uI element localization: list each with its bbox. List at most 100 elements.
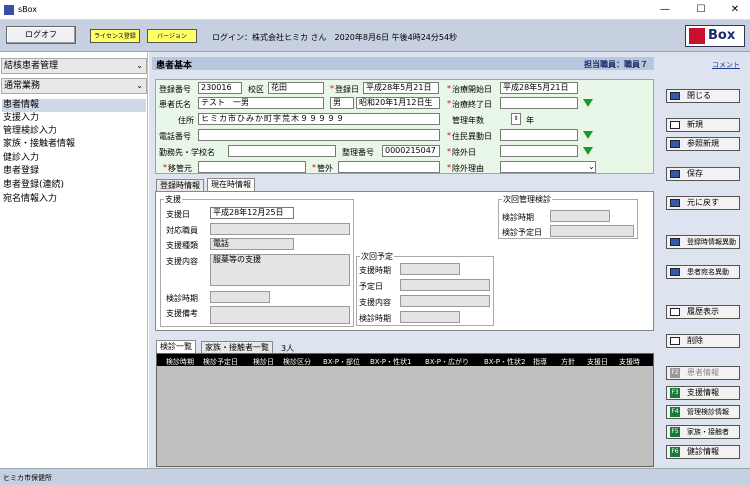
undo-button[interactable]: 元に戻す (666, 196, 740, 210)
chevron-down-icon: ⌄ (136, 61, 143, 70)
tab-exam-list[interactable]: 検診一覧 (156, 340, 196, 353)
save-button[interactable]: 保存 (666, 167, 740, 181)
treat-end-field[interactable] (500, 97, 578, 109)
app-icon (4, 5, 14, 15)
address-field[interactable]: ヒミカ市ひみか町字荒木９９９９９ (198, 113, 440, 125)
next-plan-content-label: 支援内容 (359, 298, 391, 307)
phone-field[interactable] (198, 129, 440, 141)
save-icon (670, 170, 680, 178)
version-button[interactable]: バージョン (147, 29, 197, 43)
close-window-button[interactable]: ✕ (720, 0, 750, 20)
sidebar-item-family-contacts[interactable]: 家族・接触者情報 (2, 138, 146, 151)
col-header[interactable]: 検診日 (253, 357, 274, 367)
f4-mgmt-exam-button[interactable]: F4 管理検診情報 (666, 405, 740, 419)
treat-start-field[interactable]: 平成28年5月21日 (500, 82, 578, 94)
reg-no-field[interactable]: 230016 (198, 82, 242, 94)
sidebar-item-patient-info[interactable]: 患者情報 (2, 99, 146, 112)
sex-field[interactable]: 男 (330, 97, 354, 109)
history-button[interactable]: 履歴表示 (666, 305, 740, 319)
delete-button[interactable]: 削除 (666, 334, 740, 348)
workplace-field[interactable] (228, 145, 336, 157)
col-header[interactable]: BX-P・性状2 (484, 357, 525, 367)
exam-table[interactable] (156, 353, 654, 467)
col-header[interactable]: BX-P・広がり (425, 357, 469, 367)
next-plan-date-field[interactable] (400, 279, 490, 291)
birth-field[interactable]: 昭和20年1月12日生 (356, 97, 440, 109)
close-button[interactable]: 閉じる (666, 89, 740, 103)
district-label: 校区 (248, 85, 264, 94)
transfer-label: 移管元 (168, 164, 192, 173)
col-header[interactable]: BX-P・性状1 (370, 357, 411, 367)
district-field[interactable]: 花田 (268, 82, 324, 94)
support-group-title: 支援 (164, 194, 182, 205)
col-header[interactable]: 支援時 (619, 357, 640, 367)
license-button[interactable]: ライセンス登録 (90, 29, 140, 43)
reg-date-field[interactable]: 平成28年5月21日 (363, 82, 439, 94)
col-header[interactable]: 検診区分 (283, 357, 311, 367)
sidebar-item-address-input[interactable]: 宛名情報入力 (2, 193, 146, 206)
comment-link[interactable]: コメント (712, 60, 740, 70)
logo-icon (689, 28, 705, 44)
ref-new-button-label: 参照新規 (687, 139, 719, 148)
sidebar-item-support-input[interactable]: 支援入力 (2, 112, 146, 125)
new-button[interactable]: 新規 (666, 118, 740, 132)
mgmt-years-spinner[interactable]: ⇕ (511, 113, 521, 125)
tab-registration-info[interactable]: 登録時情報 (156, 179, 204, 191)
next-mgmt-exam-time-field[interactable] (550, 210, 610, 222)
delete-icon (670, 337, 680, 345)
phone-label: 電話番号 (159, 132, 191, 141)
date-picker-icon[interactable] (583, 131, 593, 139)
f2-patient-info-button[interactable]: F2 患者情報 (666, 366, 740, 380)
ref-no-field[interactable]: 0000215047 (382, 145, 440, 157)
f3-support-info-button[interactable]: F3 支援情報 (666, 386, 740, 400)
outside-field[interactable] (338, 161, 440, 173)
f5-label: 家族・接触者 (687, 428, 729, 436)
resident-change-field[interactable] (500, 129, 578, 141)
support-remarks-label: 支援備考 (166, 309, 198, 318)
support-date-field[interactable]: 平成28年12月25日 (210, 207, 294, 219)
col-header[interactable]: 検診予定日 (203, 357, 238, 367)
sidebar-item-mgmt-exam-input[interactable]: 管理検診入力 (2, 125, 146, 138)
col-header[interactable]: 方針 (561, 357, 575, 367)
minimize-button[interactable]: — (650, 0, 680, 20)
business-select[interactable]: 通常業務 ⌄ (1, 78, 147, 94)
tab-family-list[interactable]: 家族・接触者一覧 (201, 341, 273, 353)
module-select[interactable]: 結核患者管理 ⌄ (1, 58, 147, 74)
exclusion-reason-label: 除外理由 (452, 164, 484, 173)
exclusion-date-field[interactable] (500, 145, 578, 157)
logoff-button[interactable]: ログオフ (6, 26, 76, 44)
exclusion-reason-select[interactable] (500, 161, 596, 173)
next-plan-time-field[interactable] (400, 263, 460, 275)
support-content-field[interactable]: 服薬等の支援 (210, 254, 350, 286)
support-type-field[interactable]: 電話 (210, 238, 294, 250)
sidebar-item-checkup-input[interactable]: 健診入力 (2, 152, 146, 165)
col-header[interactable]: BX-P・部位 (323, 357, 360, 367)
tab-current-info[interactable]: 現在時情報 (207, 178, 255, 191)
sidebar-item-patient-register[interactable]: 患者登録 (2, 165, 146, 178)
col-header[interactable]: 支援日 (587, 357, 608, 367)
next-plan-exam-field[interactable] (400, 311, 460, 323)
history-button-label: 履歴表示 (687, 307, 719, 316)
col-header[interactable]: 検診時期 (166, 357, 194, 367)
support-staff-field[interactable] (210, 223, 350, 235)
ref-new-button[interactable]: 参照新規 (666, 137, 740, 151)
f5-family-button[interactable]: F5 家族・接触者 (666, 425, 740, 439)
address-change-button[interactable]: 患者宛名異動 (666, 265, 740, 279)
mgmt-years-label: 管理年数 (452, 116, 484, 125)
f6-checkup-button[interactable]: F6 健診情報 (666, 445, 740, 459)
status-text: ヒミカ市保健所 (3, 474, 52, 482)
address-label: 住所 (178, 116, 194, 125)
support-remarks-field[interactable] (210, 306, 350, 324)
next-plan-content-field[interactable] (400, 295, 490, 307)
maximize-button[interactable]: ☐ (686, 0, 716, 20)
transfer-field[interactable] (198, 161, 306, 173)
support-exam-time-field[interactable] (210, 291, 270, 303)
col-header[interactable]: 指導 (533, 357, 547, 367)
date-picker-icon[interactable] (583, 147, 593, 155)
support-staff-label: 対応職員 (166, 226, 198, 235)
name-field[interactable]: テスト 一男 (198, 97, 324, 109)
reg-info-change-button[interactable]: 登録時情報異動 (666, 235, 740, 249)
next-mgmt-exam-plan-field[interactable] (550, 225, 634, 237)
sidebar-item-patient-register-continuous[interactable]: 患者登録(連続) (2, 179, 146, 192)
date-picker-icon[interactable] (583, 99, 593, 107)
